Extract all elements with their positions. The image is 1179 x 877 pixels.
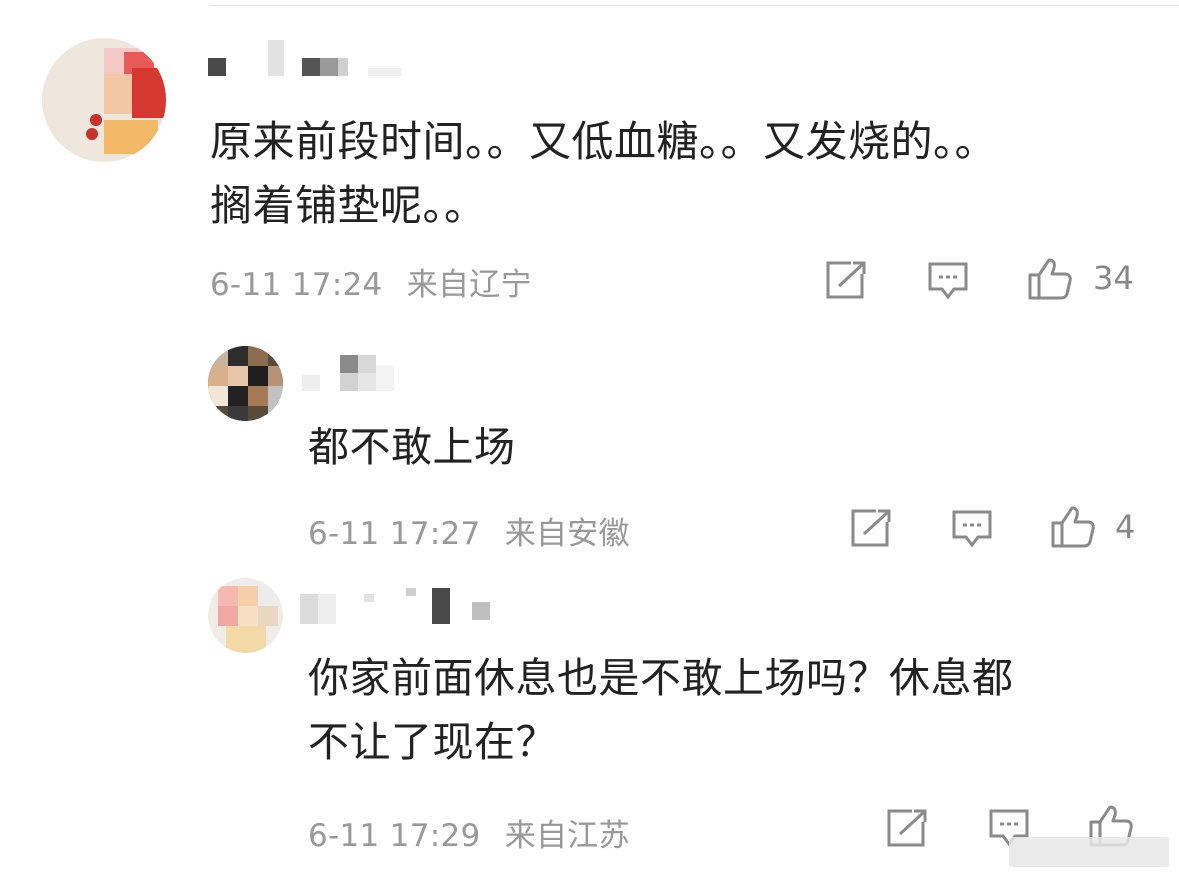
avatar[interactable] — [208, 346, 283, 421]
like-icon[interactable] — [1027, 257, 1073, 301]
like-count: 4 — [1115, 508, 1136, 546]
comment-meta: 6-11 17:24 来自辽宁 — [210, 259, 532, 304]
comment-location: 来自安徽 — [504, 516, 630, 552]
divider — [210, 5, 1179, 6]
avatar[interactable] — [42, 38, 166, 162]
comment-thread: 原来前段时间。。又低血糖。。又发烧的。。 搁着铺垫呢。。 6-11 17:24 … — [0, 0, 1179, 877]
comment-time: 6-11 17:24 — [210, 267, 383, 303]
username-redacted[interactable] — [302, 355, 422, 391]
comment-text-line: 你家前面休息也是不敢上场吗？休息都 — [308, 654, 1014, 702]
watermark — [1009, 837, 1169, 867]
comment-text: 你家前面休息也是不敢上场吗？休息都 不让了现在？ — [308, 646, 1158, 774]
comment-meta: 6-11 17:27 来自安徽 — [308, 508, 630, 553]
like-count: 34 — [1093, 259, 1134, 297]
comment-text-line: 原来前段时间。。又低血糖。。又发烧的。。 — [210, 117, 998, 166]
share-icon[interactable] — [850, 508, 892, 548]
comment-time: 6-11 17:29 — [308, 818, 481, 854]
comment-time: 6-11 17:27 — [308, 516, 481, 552]
comment-icon[interactable] — [951, 509, 993, 549]
username-redacted[interactable] — [300, 588, 500, 624]
comment-text-line: 不让了现在？ — [308, 718, 557, 766]
comment-text: 原来前段时间。。又低血糖。。又发烧的。。 搁着铺垫呢。。 — [210, 110, 1150, 238]
comment-text-line: 都不敢上场 — [308, 423, 516, 471]
comment-location: 来自江苏 — [504, 818, 630, 854]
share-icon[interactable] — [886, 808, 928, 848]
comment-text: 都不敢上场 — [308, 418, 1128, 476]
share-icon[interactable] — [825, 260, 867, 300]
avatar[interactable] — [208, 578, 283, 653]
comment-icon[interactable] — [927, 261, 969, 301]
comment-text-line: 搁着铺垫呢。。 — [210, 181, 487, 230]
comment-meta: 6-11 17:29 来自江苏 — [308, 810, 630, 855]
username-redacted[interactable] — [208, 40, 408, 76]
comment-location: 来自辽宁 — [406, 267, 532, 303]
like-icon[interactable] — [1050, 505, 1096, 549]
